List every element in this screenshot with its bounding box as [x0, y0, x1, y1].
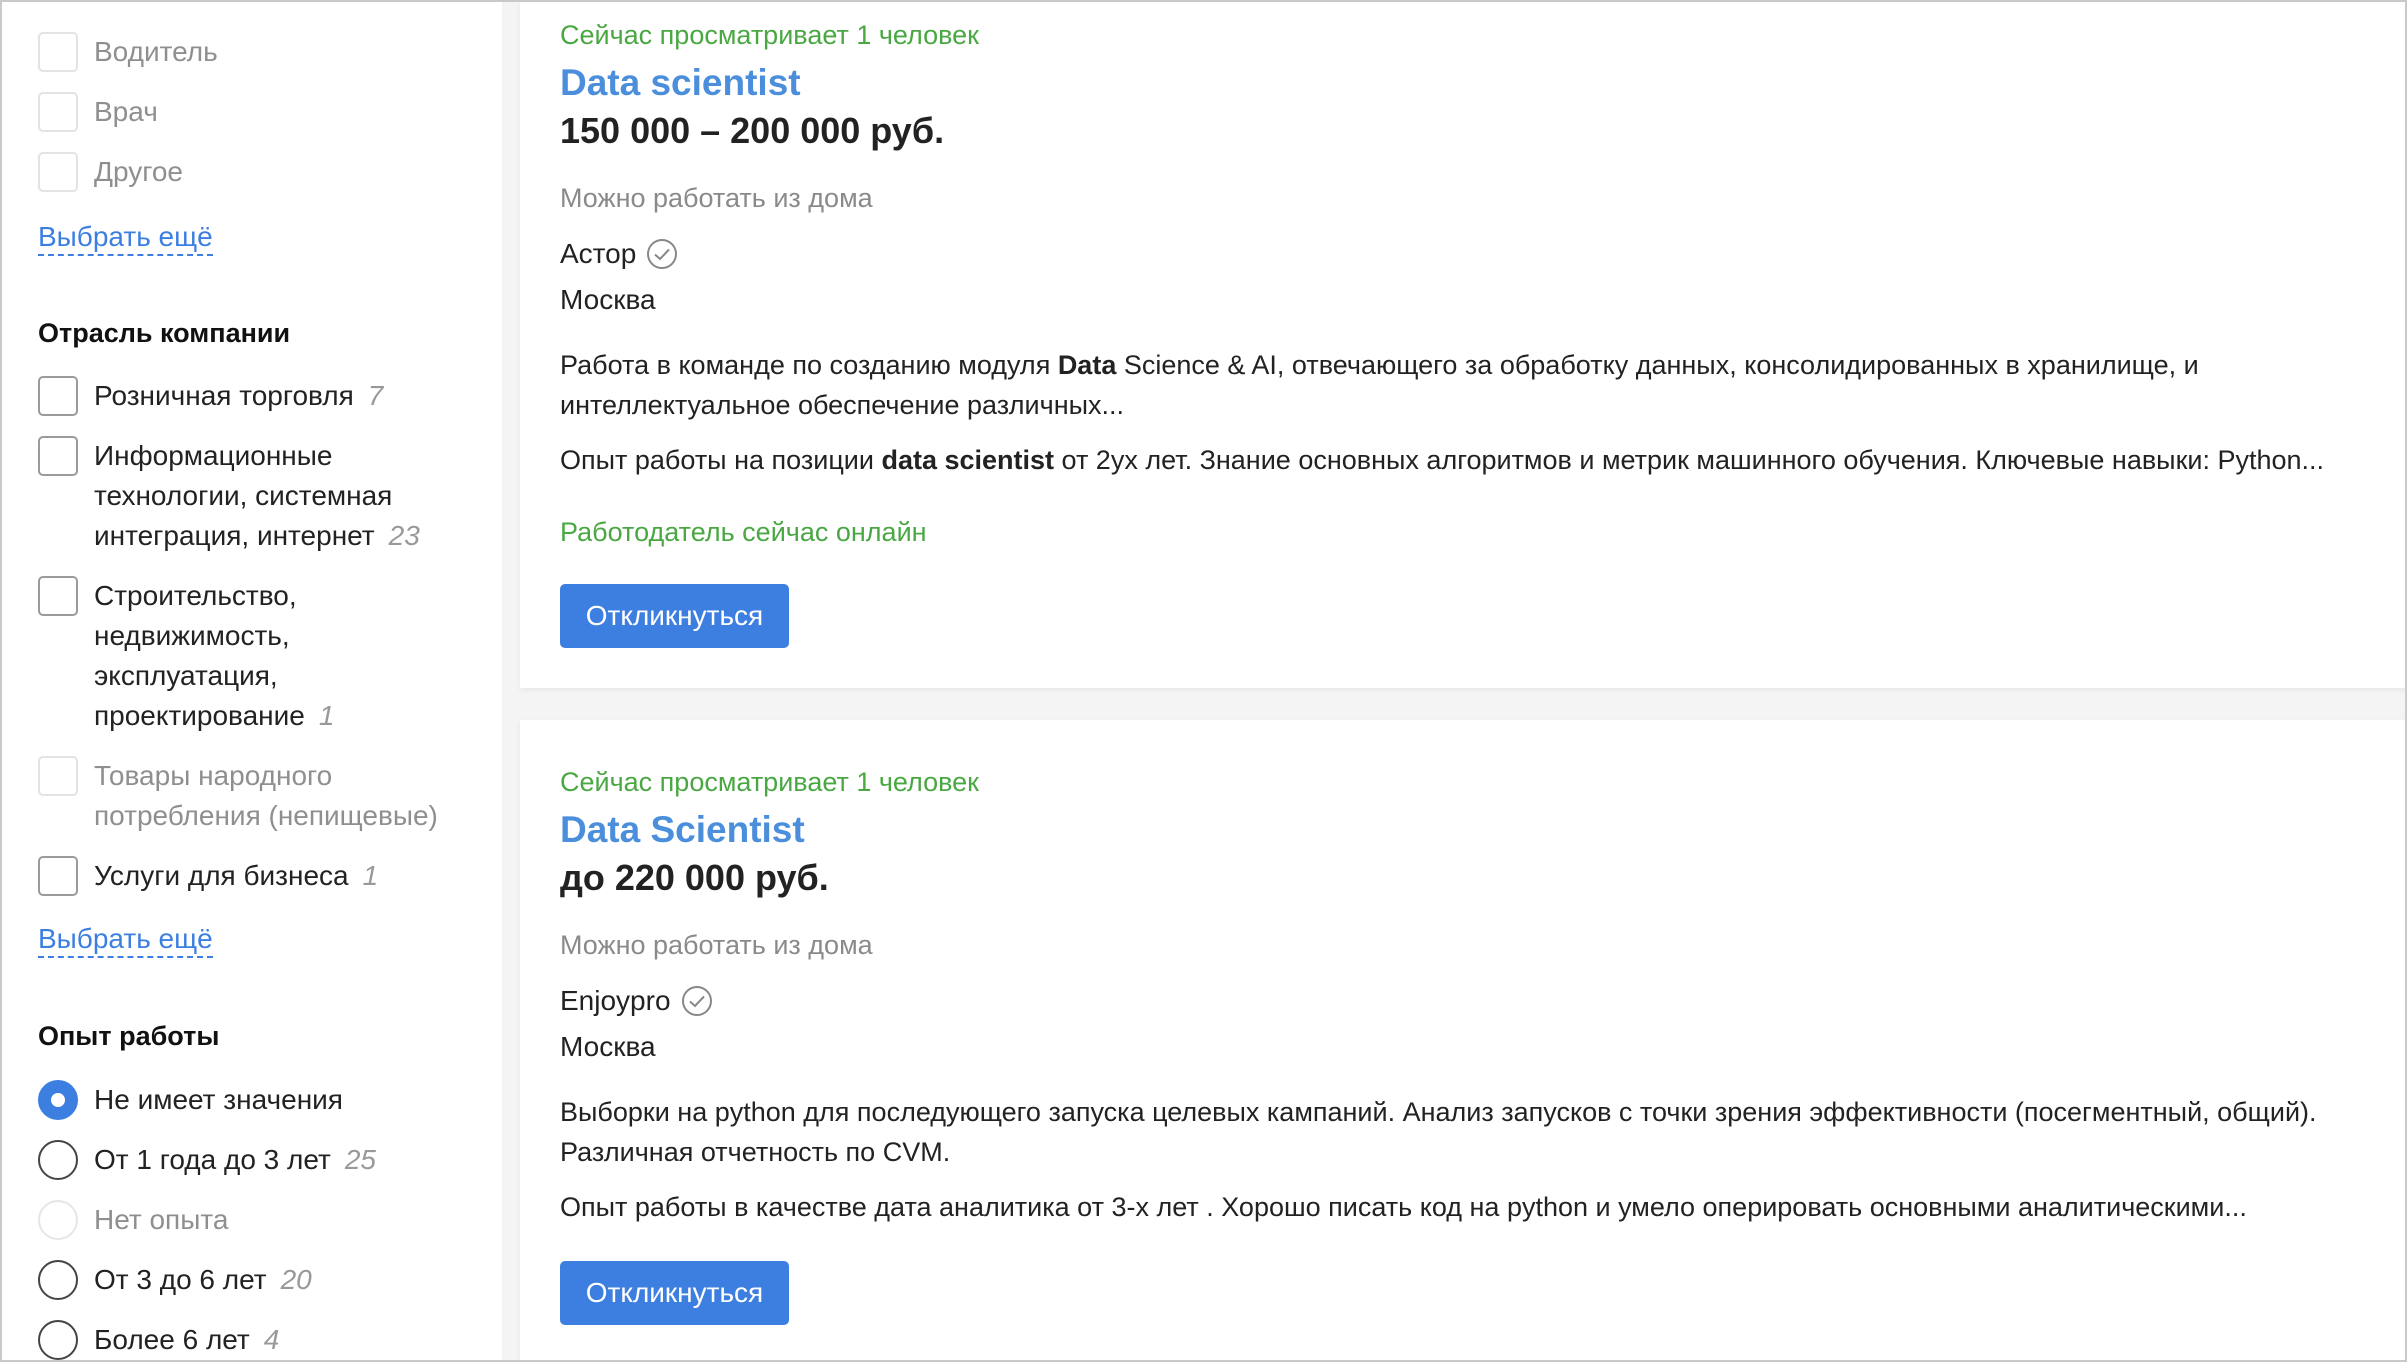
- filter-count: 1: [318, 700, 335, 731]
- filter-label: Другое: [94, 156, 183, 187]
- vacancy-requirements: Опыт работы в качестве дата аналитика от…: [560, 1192, 2247, 1222]
- filters-sidebar: Водитель Врач Другое Выбрать ещё Отрасль…: [2, 2, 502, 1360]
- radio-button[interactable]: [38, 1080, 78, 1120]
- filter-industry-retail[interactable]: Розничная торговля 7: [38, 376, 383, 416]
- vacancy-salary: до 220 000 руб.: [560, 857, 829, 898]
- filter-count: 1: [362, 860, 379, 891]
- vacancy-card: Сейчас просматривает 1 человек Data Scie…: [520, 720, 2405, 1360]
- filter-label: Услуги для бизнеса 1: [94, 860, 379, 891]
- employer-online-status: Работодатель сейчас онлайн: [560, 517, 927, 547]
- filter-count: 20: [280, 1264, 312, 1295]
- show-more-link[interactable]: Выбрать ещё: [38, 922, 213, 958]
- remote-work-label: Можно работать из дома: [560, 183, 873, 213]
- vacancy-city: Москва: [560, 1031, 656, 1062]
- check-circle-icon: [681, 986, 712, 1016]
- filter-label: Товары народного потребления (непищевые): [94, 760, 438, 831]
- filter-experience-3-6[interactable]: От 3 до 6 лет 20: [38, 1260, 312, 1300]
- filter-experience-1-3[interactable]: От 1 года до 3 лет 25: [38, 1140, 376, 1180]
- vacancy-card: Сейчас просматривает 1 человек Data scie…: [520, 2, 2405, 688]
- checkbox[interactable]: [38, 376, 78, 416]
- checkbox[interactable]: [38, 92, 78, 132]
- filter-label: Нет опыта: [94, 1204, 229, 1235]
- checkbox[interactable]: [38, 576, 78, 616]
- vacancy-responsibilities: Работа в команде по созданию модуля Data…: [560, 350, 2199, 420]
- viewers-count: Сейчас просматривает 1 человек: [560, 20, 979, 50]
- vacancy-title-link[interactable]: Data Scientist: [560, 809, 805, 851]
- checkbox[interactable]: [38, 756, 78, 796]
- filter-count: 7: [367, 380, 384, 411]
- filter-profession-doctor[interactable]: Врач: [38, 92, 158, 132]
- filter-industry-consumer-goods[interactable]: Товары народного потребления (непищевые): [38, 756, 438, 836]
- filter-label: Информационные технологии, системная инт…: [94, 440, 420, 551]
- filter-label: Не имеет значения: [94, 1084, 343, 1115]
- show-more-link[interactable]: Выбрать ещё: [38, 220, 213, 256]
- filter-label: Врач: [94, 96, 158, 127]
- checkbox[interactable]: [38, 32, 78, 72]
- filter-label: Розничная торговля 7: [94, 380, 384, 411]
- filter-industry-it[interactable]: Информационные технологии, системная инт…: [38, 436, 420, 556]
- filter-industry-construction[interactable]: Строительство, недвижимость, эксплуатаци…: [38, 576, 334, 736]
- filter-label: От 3 до 6 лет 20: [94, 1264, 312, 1295]
- company-row: Астор: [560, 238, 678, 270]
- filter-profession-other[interactable]: Другое: [38, 152, 183, 192]
- vacancy-salary: 150 000 – 200 000 руб.: [560, 110, 945, 151]
- section-title-experience: Опыт работы: [38, 1021, 220, 1051]
- check-circle-icon: [647, 239, 678, 269]
- radio-button[interactable]: [38, 1260, 78, 1300]
- filter-count: 23: [388, 520, 420, 551]
- company-name-link[interactable]: Enjoypro: [560, 985, 671, 1017]
- filter-experience-6-plus[interactable]: Более 6 лет 4: [38, 1320, 279, 1360]
- vacancy-requirements: Опыт работы на позиции data scientist от…: [560, 445, 2325, 475]
- filter-label: Более 6 лет 4: [94, 1324, 280, 1355]
- filter-experience-none[interactable]: Нет опыта: [38, 1200, 228, 1240]
- checkbox[interactable]: [38, 436, 78, 476]
- filter-count: 4: [263, 1324, 280, 1355]
- filter-label: От 1 года до 3 лет 25: [94, 1144, 376, 1175]
- radio-button[interactable]: [38, 1140, 78, 1180]
- radio-button[interactable]: [38, 1320, 78, 1360]
- company-row: Enjoypro: [560, 985, 713, 1017]
- section-title-industry: Отрасль компании: [38, 318, 291, 348]
- checkbox[interactable]: [38, 856, 78, 896]
- filter-count: 25: [344, 1144, 376, 1175]
- viewers-count: Сейчас просматривает 1 человек: [560, 767, 979, 797]
- radio-button[interactable]: [38, 1200, 78, 1240]
- respond-button[interactable]: Откликнуться: [560, 584, 789, 648]
- vacancy-title-link[interactable]: Data scientist: [560, 62, 801, 104]
- page-frame: Водитель Врач Другое Выбрать ещё Отрасль…: [0, 0, 2407, 1362]
- filter-industry-business-services[interactable]: Услуги для бизнеса 1: [38, 856, 378, 896]
- respond-button[interactable]: Откликнуться: [560, 1261, 789, 1325]
- vacancy-responsibilities: Выборки на python для последующего запус…: [560, 1097, 2317, 1167]
- filter-experience-any[interactable]: Не имеет значения: [38, 1080, 343, 1120]
- company-name-link[interactable]: Астор: [560, 238, 636, 270]
- filter-label: Строительство, недвижимость, эксплуатаци…: [94, 580, 335, 731]
- checkbox[interactable]: [38, 152, 78, 192]
- filter-label: Водитель: [94, 36, 218, 67]
- remote-work-label: Можно работать из дома: [560, 930, 873, 960]
- vacancy-city: Москва: [560, 284, 656, 315]
- filter-profession-driver[interactable]: Водитель: [38, 32, 218, 72]
